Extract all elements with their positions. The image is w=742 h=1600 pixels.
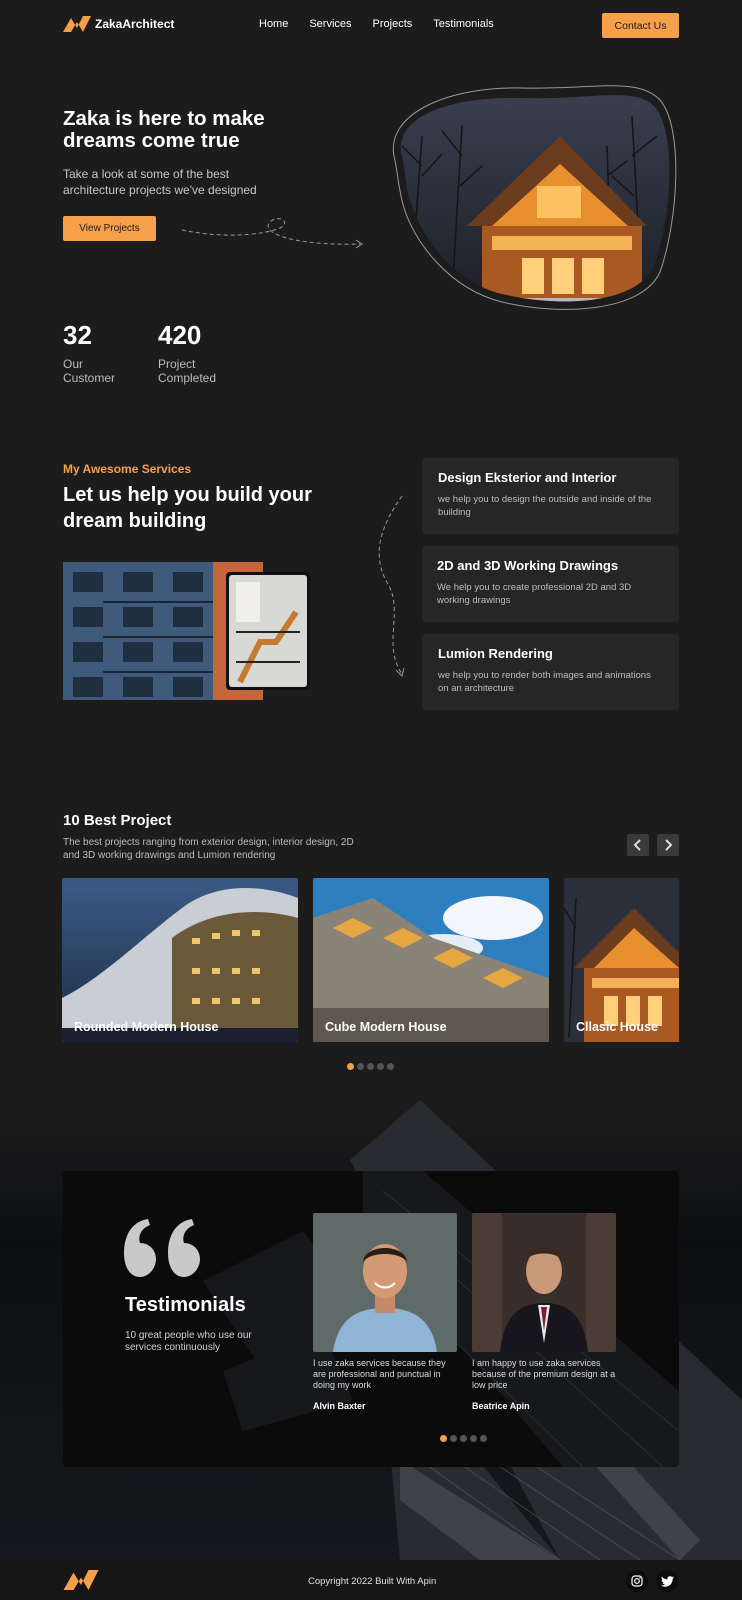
testimonial-name: Alvin Baxter: [313, 1401, 366, 1411]
twitter-link[interactable]: [656, 1570, 678, 1592]
services-dashed-connector: [378, 495, 405, 677]
services-interior-image: [226, 572, 310, 690]
project-card-cube[interactable]: Cube Modern House: [313, 878, 549, 1042]
services-title: Let us help you build your dream buildin…: [63, 484, 312, 532]
pagination-dot[interactable]: [347, 1063, 354, 1070]
stat-value: 420: [158, 320, 202, 350]
service-desc: We help you to create professional 2D an…: [437, 582, 632, 606]
testimonial-avatar-beatrice: [472, 1213, 616, 1352]
person-photo: [313, 1213, 457, 1352]
testimonials-title: Testimonials: [125, 1294, 246, 1316]
testimonials-subtitle: 10 great people who use our services con…: [125, 1330, 252, 1353]
prev-project-button[interactable]: [627, 834, 649, 856]
logo-mark-icon: [63, 16, 91, 32]
nav-link-services[interactable]: Services: [309, 18, 351, 30]
stat-customers: 32 Our Customer: [63, 320, 123, 385]
view-projects-button[interactable]: View Projects: [63, 216, 156, 241]
pagination-dot[interactable]: [470, 1435, 477, 1442]
pagination-dot[interactable]: [440, 1435, 447, 1442]
service-card-lumion[interactable]: Lumion Rendering we help you to render b…: [422, 634, 679, 710]
twitter-icon: [660, 1575, 674, 1587]
instagram-icon: [631, 1575, 643, 1587]
navbar: ZakaArchitect Home Services Projects Tes…: [0, 0, 742, 50]
testimonial-avatar-alvin: [313, 1213, 457, 1352]
project-image: [313, 878, 549, 1042]
testimonials-pagination: [440, 1435, 487, 1442]
testimonial-quote: I use zaka services because they are pro…: [313, 1358, 446, 1390]
brand-name: ZakaArchitect: [95, 17, 175, 31]
stat-projects: 420 Project Completed: [158, 320, 223, 385]
stat-value: 32: [63, 320, 92, 350]
contact-us-button[interactable]: Contact Us: [602, 13, 679, 38]
service-desc: we help you to design the outside and in…: [438, 494, 652, 518]
next-project-button[interactable]: [657, 834, 679, 856]
project-label: Cube Modern House: [325, 1020, 447, 1034]
project-card-rounded[interactable]: Rounded Modern House: [62, 878, 298, 1042]
project-image: [564, 878, 679, 1042]
project-label: Rounded Modern House: [74, 1020, 219, 1034]
pagination-dot[interactable]: [450, 1435, 457, 1442]
nav-link-home[interactable]: Home: [259, 18, 288, 30]
testimonial-name: Beatrice Apin: [472, 1401, 530, 1411]
person-photo: [472, 1213, 616, 1352]
service-card-drawings[interactable]: 2D and 3D Working Drawings We help you t…: [422, 546, 679, 622]
chevron-left-icon: [633, 839, 641, 851]
pagination-dot[interactable]: [480, 1435, 487, 1442]
pagination-dot[interactable]: [387, 1063, 394, 1070]
service-card-design[interactable]: Design Eksterior and Interior we help yo…: [422, 458, 679, 534]
brand-logo[interactable]: ZakaArchitect: [63, 16, 174, 32]
pagination-dot[interactable]: [377, 1063, 384, 1070]
projects-title: 10 Best Project: [63, 812, 172, 829]
service-title: 2D and 3D Working Drawings: [437, 558, 619, 573]
pagination-dot[interactable]: [460, 1435, 467, 1442]
quote-marks-icon: [124, 1219, 200, 1277]
service-title: Lumion Rendering: [438, 646, 553, 661]
project-card-classic[interactable]: Cllasic House: [564, 878, 679, 1042]
hero-title: Zaka is here to make dreams come true: [63, 107, 265, 152]
service-desc: we help you to render both images and an…: [438, 670, 651, 694]
projects-pagination: [347, 1063, 394, 1070]
services-kicker: My Awesome Services: [63, 462, 192, 476]
copyright-text: Copyright 2022 Built With Apin: [308, 1576, 437, 1587]
dashed-arrow-decoration: [181, 218, 363, 249]
stat-label: Our Customer: [63, 357, 116, 385]
projects-desc: The best projects ranging from exterior …: [63, 837, 354, 861]
instagram-link[interactable]: [626, 1570, 648, 1592]
testimonial-quote: I am happy to use zaka services because …: [472, 1358, 616, 1390]
hero-house-image: [392, 85, 677, 310]
service-title: Design Eksterior and Interior: [438, 470, 617, 485]
nav-link-projects[interactable]: Projects: [373, 18, 413, 30]
footer-logo-icon[interactable]: [63, 1570, 99, 1590]
pagination-dot[interactable]: [367, 1063, 374, 1070]
hero-subtitle: Take a look at some of the best architec…: [63, 167, 257, 197]
chevron-right-icon: [665, 839, 673, 851]
nav-link-testimonials[interactable]: Testimonials: [433, 18, 494, 30]
nav-links: Home Services Projects Testimonials: [259, 18, 494, 30]
stat-label: Project Completed: [158, 357, 217, 385]
pagination-dot[interactable]: [357, 1063, 364, 1070]
project-image: [62, 878, 298, 1042]
project-label: Cllasic House: [576, 1020, 658, 1034]
